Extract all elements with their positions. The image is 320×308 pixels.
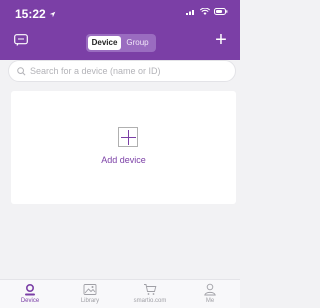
search-bar	[8, 60, 236, 82]
image-icon	[83, 284, 97, 295]
message-icon[interactable]	[14, 34, 28, 46]
search-input[interactable]	[30, 66, 230, 76]
search-icon	[17, 66, 26, 75]
tab-bar-me-label: Me	[205, 298, 215, 304]
tab-device[interactable]: Device	[88, 36, 121, 50]
tab-bar-device[interactable]: Device	[0, 280, 60, 308]
battery-icon	[214, 8, 228, 15]
add-icon[interactable]: +	[212, 30, 230, 50]
tab-bar-shop-label: smartio.com	[133, 298, 167, 304]
cart-icon	[144, 284, 157, 295]
device-card: Add device	[11, 91, 236, 204]
add-device-icon[interactable]	[118, 127, 138, 147]
tab-bar-library-label: Library	[80, 298, 100, 304]
add-device-label[interactable]: Add device	[11, 155, 236, 165]
status-icons	[186, 8, 228, 15]
location-arrow-icon	[49, 11, 56, 17]
device-group-switch: Device Group	[86, 34, 156, 52]
wifi-icon	[200, 8, 210, 15]
status-time: 15:22	[15, 7, 56, 21]
user-icon	[204, 283, 216, 296]
device-icon	[25, 283, 35, 296]
tab-bar-library[interactable]: Library	[60, 280, 120, 308]
tab-bar-device-label: Device	[20, 298, 40, 304]
nav-row: Device Group +	[0, 30, 240, 58]
tab-bar-shop[interactable]: smartio.com	[120, 280, 180, 308]
time-text: 15:22	[15, 7, 46, 21]
bottom-tab-bar: Device Library smartio.com Me	[0, 279, 240, 308]
signal-icon	[186, 10, 194, 15]
tab-bar-me[interactable]: Me	[180, 280, 240, 308]
status-bar: 15:22	[0, 0, 240, 26]
tab-group[interactable]: Group	[121, 36, 154, 50]
app-header: 15:22 Device Group +	[0, 0, 240, 60]
